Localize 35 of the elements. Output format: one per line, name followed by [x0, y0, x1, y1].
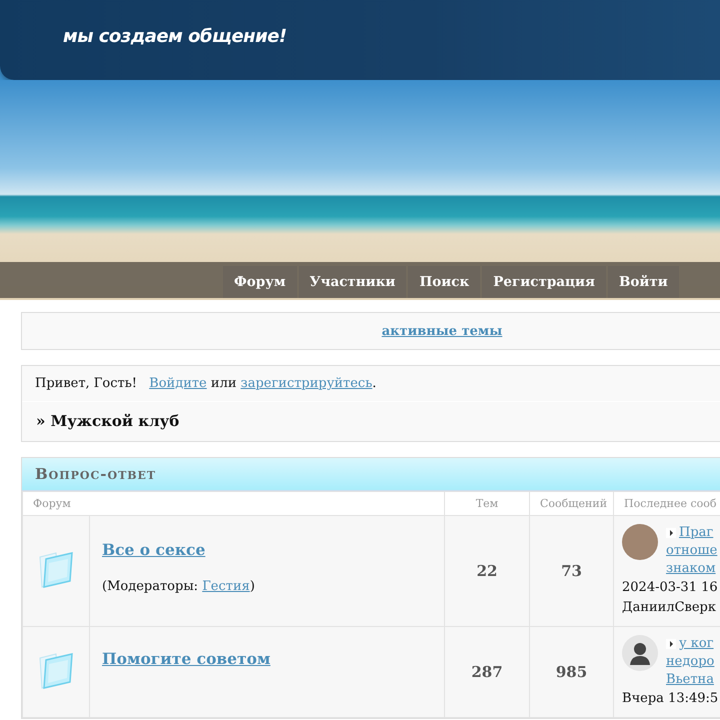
last-post-link[interactable]: у ког	[679, 635, 714, 653]
welcome-message: Привет, Гость! Войдите или зарегистрируйтесь.	[34, 375, 378, 393]
nav-button[interactable]: Войти	[608, 266, 679, 298]
nav-button[interactable]: Участники	[298, 266, 406, 298]
forum-title-link[interactable]: Помогите советом	[102, 649, 270, 668]
nav-button[interactable]: Форум	[223, 266, 297, 298]
column-header: Последнее сооб	[614, 492, 720, 516]
moderators-text: (Модераторы: Гестия)	[102, 579, 256, 594]
topics-count: 287	[444, 626, 530, 718]
avatar	[622, 524, 658, 560]
last-post-link[interactable]: недоро	[666, 653, 714, 671]
posts-count: 73	[530, 516, 614, 626]
last-post-link[interactable]: отноше	[666, 542, 718, 560]
breadcrumb: » Мужской клуб	[35, 411, 180, 432]
nav-button[interactable]: Регистрация	[482, 266, 606, 298]
register-link[interactable]: зарегистрируйтесь	[240, 376, 372, 391]
column-header: Форум	[22, 492, 445, 516]
login-link[interactable]: Войдите	[149, 376, 207, 391]
site-slogan: мы создаем общение!	[63, 26, 287, 47]
category-header: Вопрос-ответ	[22, 458, 720, 491]
moderator-link[interactable]: Гестия	[202, 579, 250, 594]
last-post-link[interactable]: Вьетна	[666, 671, 714, 689]
forum-title-link[interactable]: Все о сексе	[102, 540, 206, 559]
post-time: 2024-03-31 16	[622, 579, 719, 597]
column-header: Тем	[444, 492, 530, 516]
post-time: Вчера 13:49:5	[622, 690, 720, 708]
column-header: Сообщений	[530, 492, 614, 516]
avatar-silhouette-icon	[622, 635, 658, 671]
active-topics-link[interactable]: активные темы	[382, 324, 502, 338]
last-post-link[interactable]: знаком	[666, 560, 718, 578]
posts-count: 985	[530, 626, 614, 718]
post-author: ДаниилСверк	[622, 599, 717, 617]
topics-count: 22	[444, 516, 530, 626]
nav-button[interactable]: Поиск	[408, 266, 480, 298]
last-post-link[interactable]: Праг	[679, 524, 714, 542]
